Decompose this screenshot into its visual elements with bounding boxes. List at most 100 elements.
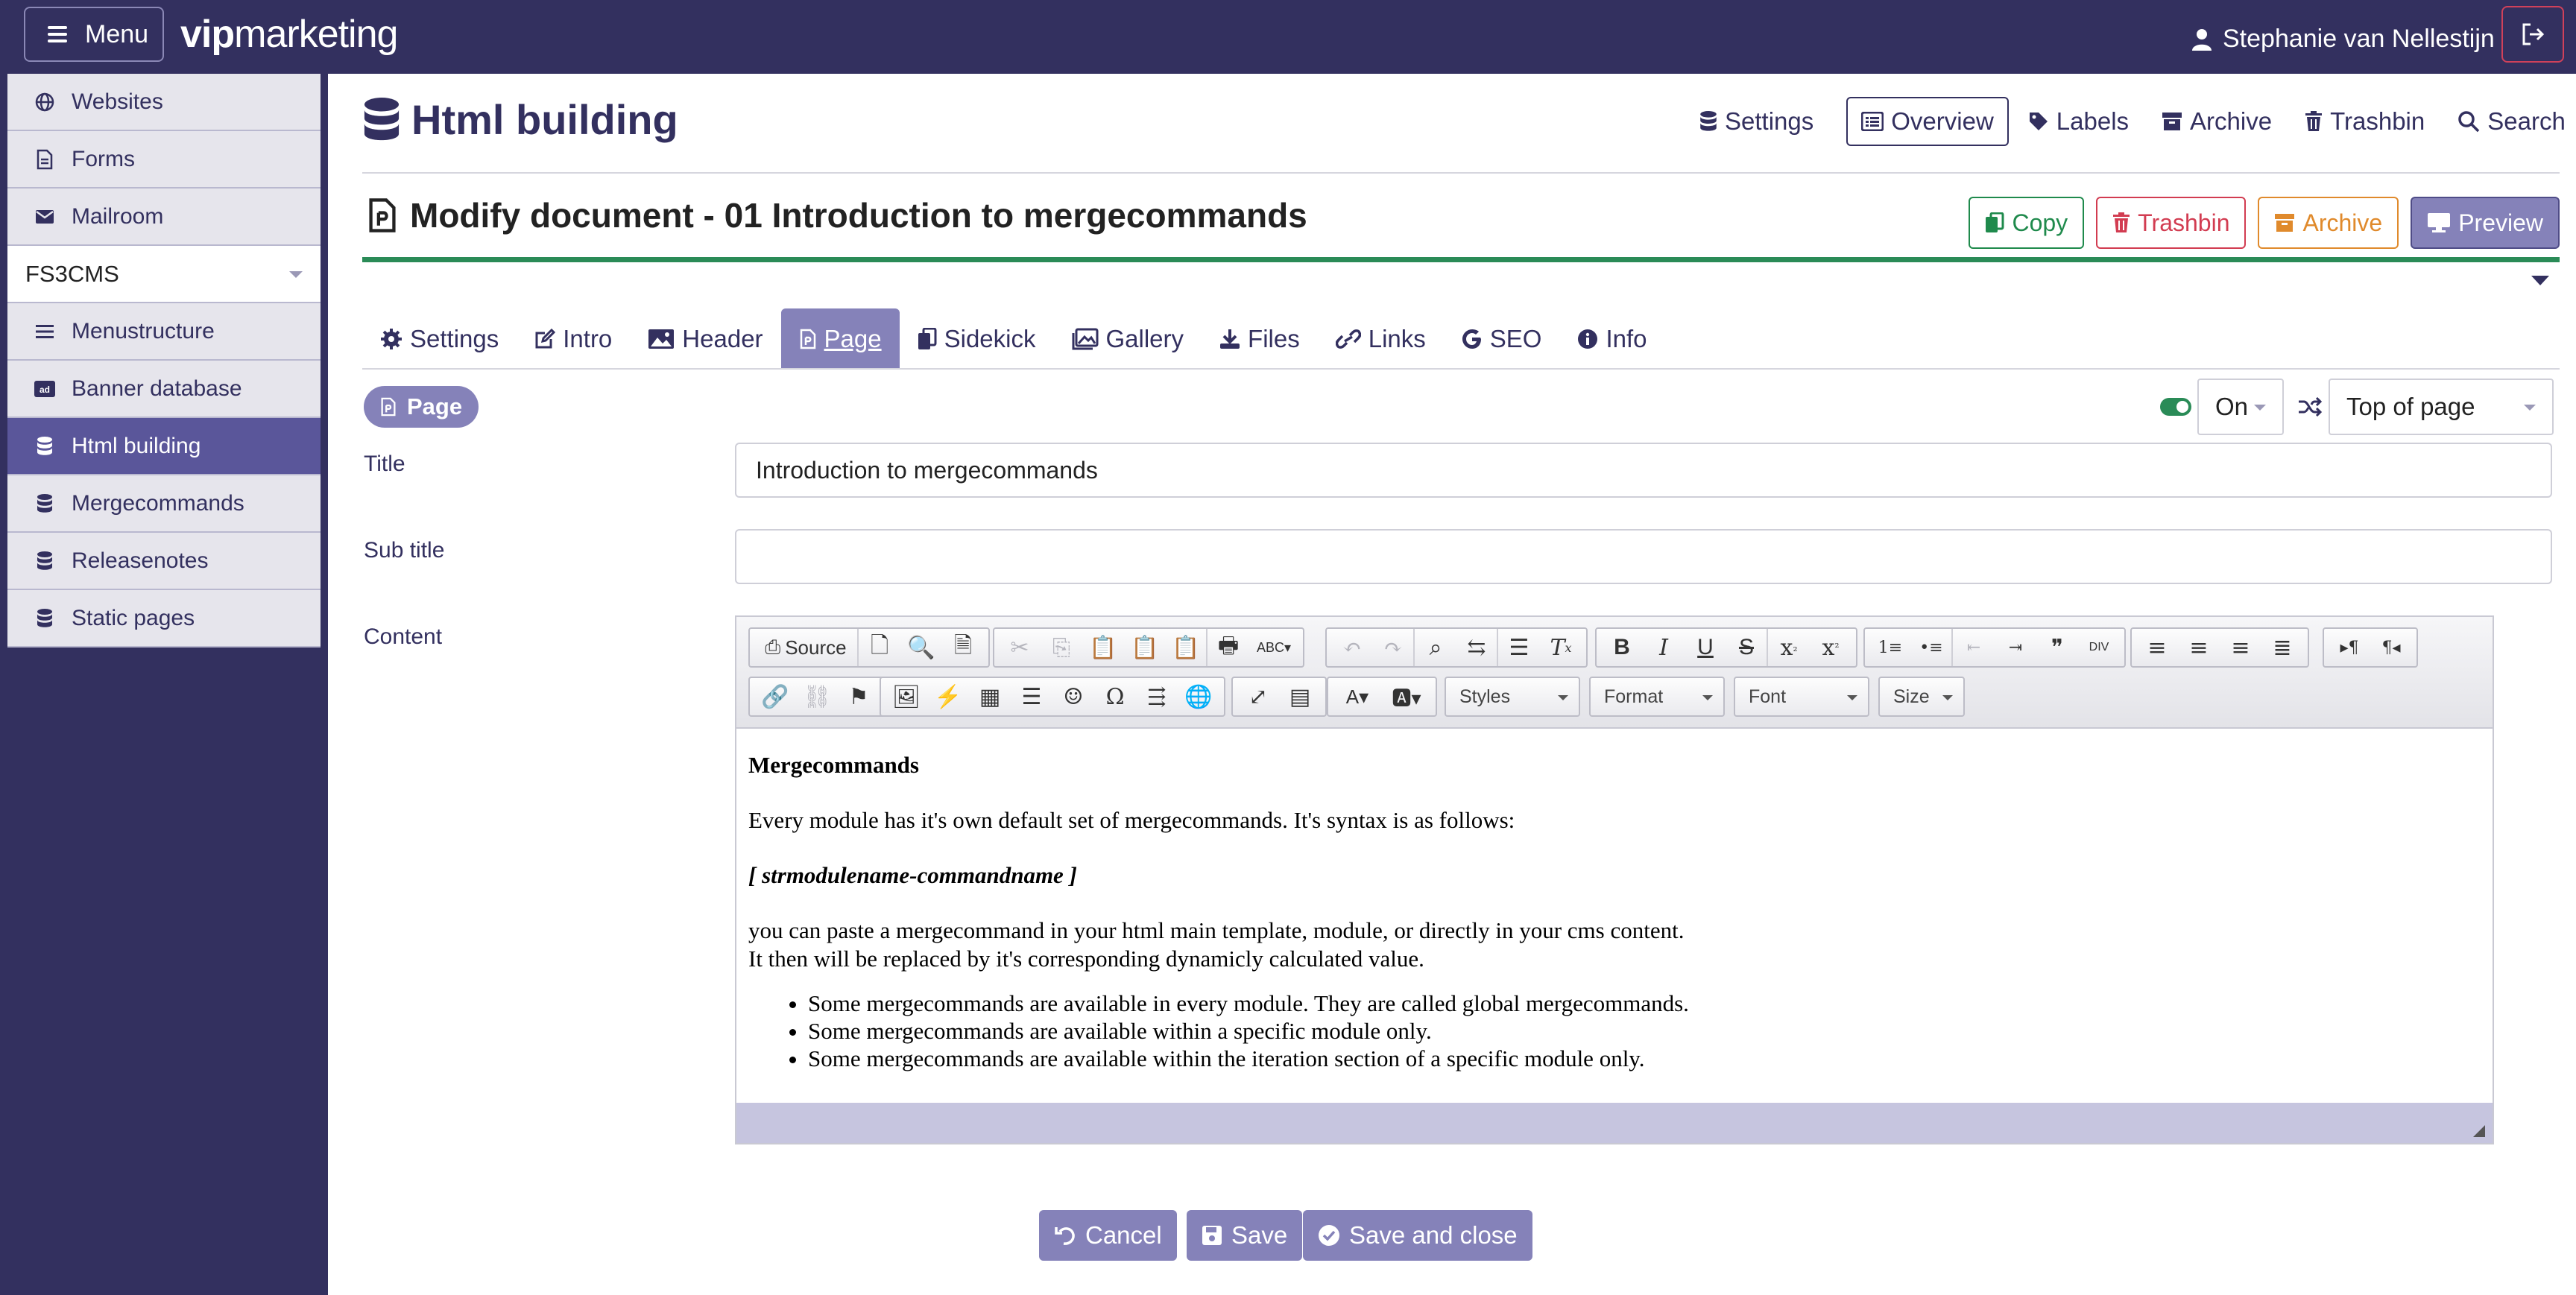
image-icon[interactable]: 🖼: [886, 678, 927, 715]
archive-button[interactable]: Archive: [2258, 197, 2399, 249]
horizontal-rule-icon[interactable]: ☰: [1011, 678, 1052, 715]
sidebar-item-static-pages[interactable]: Static pages: [7, 590, 321, 648]
align-right-icon[interactable]: ≡: [2220, 629, 2261, 666]
text-color-icon[interactable]: A▾: [1333, 678, 1382, 715]
superscript-icon[interactable]: x²: [1810, 629, 1852, 666]
paste-word-icon[interactable]: 📋: [1166, 629, 1208, 666]
unlink-icon[interactable]: ⛓: [796, 678, 838, 715]
sidebar-item-html-building[interactable]: Html building: [7, 418, 321, 475]
table-icon[interactable]: ▦: [969, 678, 1011, 715]
save-button[interactable]: Save: [1187, 1210, 1303, 1261]
tab-header[interactable]: Header: [630, 308, 780, 370]
source-button[interactable]: ⎙ Source: [754, 629, 859, 666]
maximize-icon[interactable]: ⤢: [1237, 678, 1279, 715]
page-break-icon[interactable]: ⇶: [1136, 678, 1178, 715]
align-left-icon[interactable]: ≡: [2136, 629, 2178, 666]
indent-icon[interactable]: ⇥: [1995, 629, 2036, 666]
strike-icon[interactable]: S: [1726, 629, 1768, 666]
cancel-button[interactable]: Cancel: [1039, 1210, 1177, 1261]
sidebar-item-mailroom[interactable]: Mailroom: [7, 189, 321, 246]
iframe-icon[interactable]: 🌐: [1178, 678, 1219, 715]
link-icon[interactable]: 🔗: [754, 678, 796, 715]
find-icon[interactable]: ⌕: [1415, 629, 1456, 666]
outdent-icon[interactable]: ⇤: [1953, 629, 1995, 666]
nav-archive[interactable]: Archive: [2162, 107, 2272, 136]
user-menu[interactable]: Stephanie van Nellestijn: [2191, 25, 2495, 54]
tab-info[interactable]: Info: [1559, 308, 1664, 370]
select-all-icon[interactable]: ☰: [1498, 629, 1540, 666]
preview-icon[interactable]: 🔍: [900, 629, 942, 666]
tab-files[interactable]: Files: [1202, 308, 1318, 370]
print-icon[interactable]: 🖶: [1208, 629, 1249, 666]
italic-icon[interactable]: I: [1643, 629, 1685, 666]
nav-trashbin[interactable]: Trashbin: [2305, 107, 2425, 136]
tab-sidekick[interactable]: Sidekick: [900, 308, 1054, 370]
sidebar-item-websites[interactable]: Websites: [7, 74, 321, 131]
special-char-icon[interactable]: Ω: [1094, 678, 1136, 715]
flash-icon[interactable]: ⚡: [927, 678, 969, 715]
copy-icon[interactable]: ⎘: [1041, 629, 1082, 666]
nav-labels[interactable]: Labels: [2028, 107, 2129, 136]
bg-color-icon[interactable]: 🅰▾: [1382, 678, 1431, 715]
save-and-close-button[interactable]: Save and close: [1303, 1210, 1532, 1261]
justify-icon[interactable]: ≣: [2261, 629, 2303, 666]
sidebar-item-mergecommands[interactable]: Mergecommands: [7, 475, 321, 533]
bulleted-list-icon[interactable]: •≡: [1911, 629, 1953, 666]
blockquote-icon[interactable]: ❞: [2036, 629, 2078, 666]
subtitle-input[interactable]: [735, 529, 2552, 584]
paste-text-icon[interactable]: 📋: [1124, 629, 1166, 666]
font-select[interactable]: Font: [1734, 677, 1869, 717]
brand-logo[interactable]: vipmarketing: [180, 12, 398, 57]
status-select[interactable]: On: [2197, 379, 2284, 435]
rtl-icon[interactable]: ¶◂: [2370, 629, 2412, 666]
redo-icon[interactable]: ↷: [1373, 629, 1415, 666]
ltr-icon[interactable]: ▸¶: [2329, 629, 2370, 666]
source-icon: ⎙: [765, 636, 781, 658]
align-center-icon[interactable]: ≡: [2178, 629, 2220, 666]
spellcheck-icon[interactable]: ABC▾: [1249, 629, 1298, 666]
tab-page[interactable]: Page: [780, 308, 900, 370]
title-input[interactable]: Introduction to mergecommands: [735, 443, 2552, 498]
logout-button[interactable]: [2501, 6, 2564, 63]
sidebar-item-banner-database[interactable]: ad Banner database: [7, 361, 321, 418]
resize-handle-icon[interactable]: [2473, 1125, 2485, 1137]
sidebar-item-menustructure[interactable]: Menustructure: [7, 303, 321, 361]
subscript-icon[interactable]: x₂: [1768, 629, 1810, 666]
paste-icon[interactable]: 📋: [1082, 629, 1124, 666]
replace-icon[interactable]: ⇆: [1456, 629, 1498, 666]
cut-icon[interactable]: ✂: [999, 629, 1041, 666]
tab-links[interactable]: Links: [1318, 308, 1444, 370]
anchor-icon[interactable]: ⚑: [838, 678, 880, 715]
format-select[interactable]: Format: [1589, 677, 1725, 717]
styles-select[interactable]: Styles: [1445, 677, 1580, 717]
templates-icon[interactable]: 🗎: [942, 629, 984, 666]
size-select[interactable]: Size: [1878, 677, 1965, 717]
show-blocks-icon[interactable]: ▤: [1279, 678, 1321, 715]
tab-settings[interactable]: Settings: [362, 308, 517, 370]
underline-icon[interactable]: U: [1685, 629, 1726, 666]
nav-overview[interactable]: Overview: [1846, 97, 2009, 146]
copy-button[interactable]: Copy: [1969, 197, 2085, 249]
menu-button[interactable]: Menu: [24, 7, 164, 62]
preview-button[interactable]: Preview: [2411, 197, 2560, 249]
new-page-icon[interactable]: 🗋: [859, 629, 900, 666]
visibility-toggle[interactable]: [2160, 398, 2191, 416]
bold-icon[interactable]: B: [1601, 629, 1643, 666]
undo-icon[interactable]: ↶: [1331, 629, 1373, 666]
nav-settings[interactable]: Settings: [1699, 107, 1813, 136]
remove-format-icon[interactable]: Tx: [1540, 629, 1582, 666]
tab-intro[interactable]: Intro: [517, 308, 630, 370]
sidebar-item-releasenotes[interactable]: Releasenotes: [7, 533, 321, 590]
cms-select[interactable]: FS3CMS: [7, 246, 321, 303]
smiley-icon[interactable]: ☺: [1052, 678, 1094, 715]
div-icon[interactable]: DIV: [2078, 629, 2120, 666]
tab-gallery[interactable]: Gallery: [1054, 308, 1202, 370]
numbered-list-icon[interactable]: 1≡: [1869, 629, 1911, 666]
position-select[interactable]: Top of page: [2329, 379, 2554, 435]
editor-content[interactable]: Mergecommands Every module has it's own …: [736, 730, 2493, 1103]
sidebar-item-forms[interactable]: Forms: [7, 131, 321, 189]
chevron-down-icon[interactable]: [2531, 276, 2549, 285]
trashbin-button[interactable]: Trashbin: [2096, 197, 2247, 249]
nav-search[interactable]: Search: [2457, 107, 2566, 136]
tab-seo[interactable]: SEO: [1444, 308, 1560, 370]
